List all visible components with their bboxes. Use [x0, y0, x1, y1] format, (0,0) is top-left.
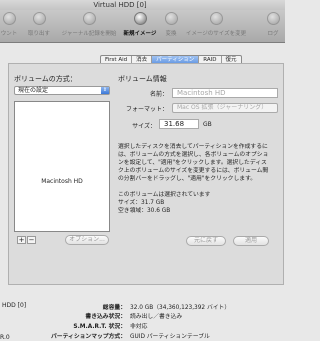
name-field[interactable]: Macintosh HD	[172, 88, 278, 98]
mount-label: ウント	[0, 31, 18, 37]
apply-button[interactable]: 適用	[233, 236, 269, 246]
description-line: 選択したディスクを消去してパーティションを作成するに	[118, 144, 268, 150]
size-label: サイズ：	[132, 123, 156, 130]
description-line: ク上のボリュームのサイズを変更するには、ボリューム間	[118, 168, 269, 174]
selected-volume-size: サイズ：31.7 GB	[118, 200, 165, 206]
enable-journaling-label: ジャーナル記録を開始	[61, 31, 117, 37]
volume-scheme-value: 現在の設定	[18, 87, 49, 94]
add-partition-button[interactable]: +	[17, 236, 26, 244]
disk-name: HDD [0]	[2, 302, 27, 309]
summary-value: 非対応	[130, 324, 148, 330]
partition-name: Macintosh HD	[41, 178, 83, 185]
log-label: ログ	[267, 31, 279, 37]
selected-volume-text: このボリュームは選択されています	[118, 192, 211, 198]
new-image-button[interactable]: 新規イメージ	[122, 12, 158, 37]
description-line: の分割バーをドラッグし、"適用"をクリックします。	[118, 176, 257, 182]
convert-button[interactable]: 変換	[160, 12, 182, 37]
summary-key: パーティションマップ方式：	[50, 334, 126, 340]
partition-layout[interactable]: Macintosh HD	[14, 101, 110, 232]
disk-summary: HDD [0] R.0 総容量： 32.0 GB（34,360,123,392 …	[0, 290, 285, 341]
new-image-label: 新規イメージ	[123, 31, 157, 37]
summary-key: 総容量：	[102, 305, 126, 311]
format-select[interactable]: Mac OS 拡張（ジャーナリング）	[172, 103, 278, 113]
size-field[interactable]: 31.68	[159, 119, 199, 129]
description-line: ンを設定して、"適用"をクリックします。選択したディス	[118, 160, 267, 166]
mount-icon	[2, 12, 16, 25]
revert-button[interactable]: 元に戻す	[186, 236, 226, 246]
log-icon	[266, 12, 280, 25]
format-value: Mac OS 拡張（ジャーナリング）	[177, 104, 268, 111]
eject-button[interactable]: 取り出す	[25, 12, 53, 37]
window-title: Virtual HDD [0]	[93, 1, 147, 9]
convert-label: 変換	[165, 31, 177, 37]
description-line: は、ボリュームの方式を選択し、各ボリュームのオプショ	[118, 152, 269, 158]
disk-version: R.0	[0, 334, 10, 341]
enable-journaling-button[interactable]: ジャーナル記録を開始	[57, 12, 121, 37]
summary-value: 読み出し／書き込み	[130, 314, 183, 320]
name-label: 名前：	[149, 91, 168, 98]
options-button[interactable]: オプション...	[65, 235, 109, 245]
title-bar: Virtual HDD [0]	[0, 0, 285, 10]
resize-icon	[209, 12, 223, 25]
log-button[interactable]: ログ	[263, 12, 283, 37]
toolbar: ウント 取り出す ジャーナル記録を開始 新規イメージ 変換 イメージのサイズを変…	[0, 10, 285, 43]
resize-image-button[interactable]: イメージのサイズを変更	[183, 12, 249, 37]
new-image-icon	[133, 12, 147, 25]
summary-value: GUID パーティションテーブル	[130, 334, 210, 340]
summary-key: 書き込み状況：	[85, 314, 126, 320]
volume-scheme-label: ボリュームの方式：	[14, 75, 77, 83]
volume-scheme-select[interactable]: 現在の設定 ⇕	[14, 86, 110, 95]
remove-partition-button[interactable]: −	[27, 236, 36, 244]
volume-info-heading: ボリューム情報	[118, 75, 167, 83]
partition-description: 選択したディスクを消去してパーティションを作成するに は、ボリュームの方式を選択…	[118, 143, 278, 215]
eject-label: 取り出す	[27, 31, 50, 37]
resize-image-label: イメージのサイズを変更	[185, 31, 247, 37]
mount-button[interactable]: ウント	[0, 12, 20, 37]
format-label: フォーマット：	[125, 106, 168, 113]
selected-volume-free: 空き領域：30.6 GB	[118, 208, 171, 214]
convert-icon	[164, 12, 178, 25]
select-arrows-icon: ⇕	[101, 87, 109, 94]
eject-icon	[32, 12, 46, 25]
summary-value: 32.0 GB（34,360,123,392 バイト）	[130, 305, 231, 311]
journal-icon	[82, 12, 96, 25]
size-unit: GB	[203, 121, 212, 128]
summary-key: S.M.A.R.T. 状況：	[73, 324, 126, 330]
